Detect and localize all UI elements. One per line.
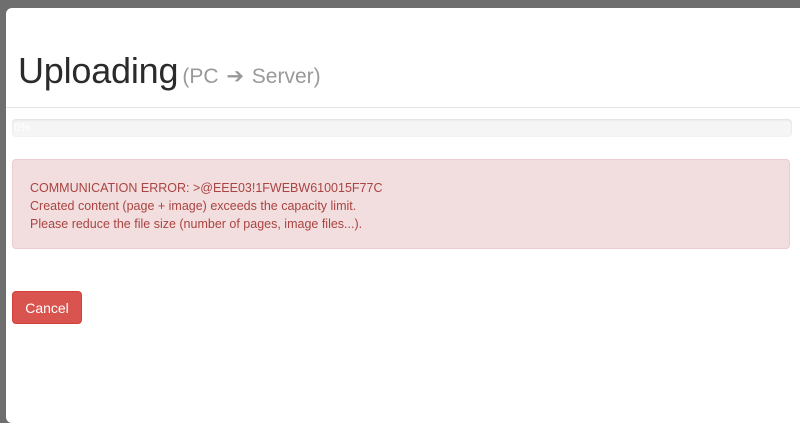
subtitle-destination: Server) [251,65,321,88]
error-message-line: Created content (page + image) exceeds t… [30,199,357,213]
error-code-line: COMMUNICATION ERROR: >@EEE03!1FWEBW61001… [30,181,383,195]
dialog-title: Uploading [18,50,179,91]
header-divider [6,107,800,108]
error-instruction-line: Please reduce the file size (number of p… [30,217,363,231]
dialog-header: Uploading (PC ➔ Server) [18,50,321,92]
cancel-button[interactable]: Cancel [12,291,82,324]
error-alert: COMMUNICATION ERROR: >@EEE03!1FWEBW61001… [12,159,790,249]
upload-progress-bar: 0% [12,119,792,137]
subtitle-source: (PC [182,65,219,88]
right-arrow-icon: ➔ [226,65,244,88]
progress-label: 0% [14,122,30,134]
dialog-subtitle: (PC ➔ Server) [182,65,320,88]
